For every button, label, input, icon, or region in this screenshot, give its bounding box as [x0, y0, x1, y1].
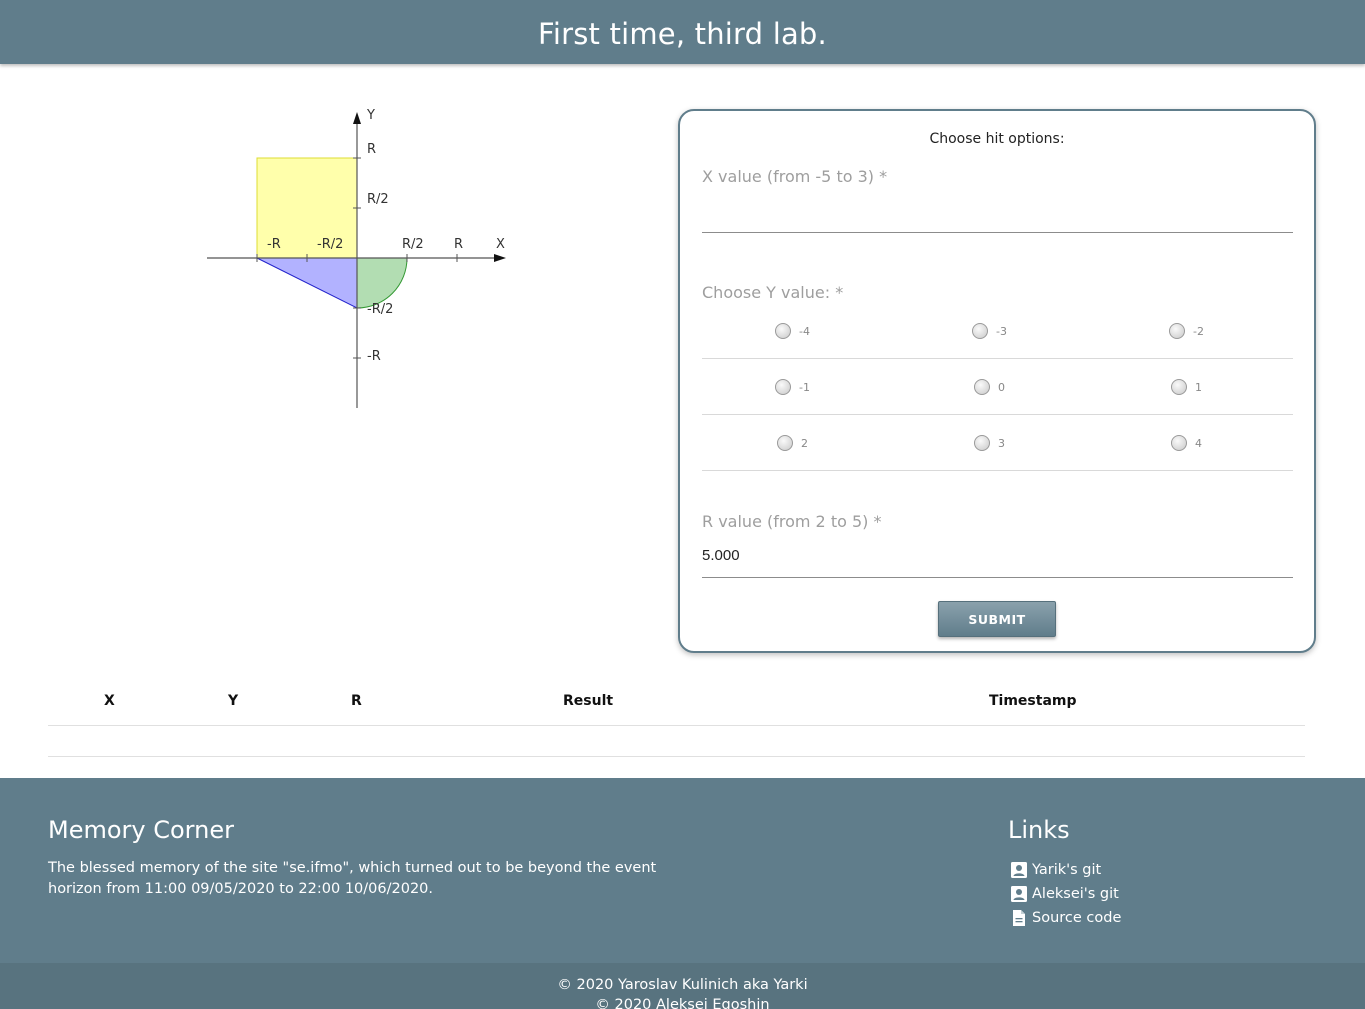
label-x-neg-r: -R — [267, 237, 281, 252]
y-option-0[interactable]: 0 — [974, 359, 1005, 415]
user-icon — [1011, 886, 1027, 902]
link-label: Source code — [1032, 910, 1122, 926]
label-y-r: R — [367, 142, 376, 157]
r-value-underline — [702, 577, 1293, 578]
column-header-x: X — [104, 693, 115, 709]
link-yarik-git[interactable]: Yarik's git — [1010, 858, 1121, 882]
r-value-input[interactable] — [702, 543, 1293, 567]
page-header: First time, third lab. — [0, 0, 1365, 64]
y-option-label: -3 — [996, 324, 1007, 338]
results-empty-row — [48, 726, 1305, 757]
radio-circle[interactable] — [775, 379, 791, 395]
r-value-label: R value (from 2 to 5) * — [702, 512, 882, 531]
y-value-label: Choose Y value: * — [702, 283, 844, 302]
link-aleksei-git[interactable]: Aleksei's git — [1010, 882, 1121, 906]
y-option-1[interactable]: 1 — [1171, 359, 1202, 415]
column-header-result: Result — [563, 693, 614, 709]
radio-circle[interactable] — [775, 323, 791, 339]
copyright-line: © 2020 Aleksei Egoshin — [595, 997, 770, 1009]
y-option-label: 1 — [1195, 380, 1202, 394]
y-radio-row: 2 3 4 — [702, 415, 1293, 471]
submit-button[interactable]: SUBMIT — [938, 601, 1056, 637]
x-value-input[interactable] — [702, 203, 1293, 227]
radio-circle[interactable] — [972, 323, 988, 339]
link-label: Yarik's git — [1032, 862, 1102, 878]
radio-circle[interactable] — [974, 435, 990, 451]
form-title: Choose hit options: — [929, 131, 1065, 147]
link-source-code[interactable]: Source code — [1010, 906, 1121, 930]
label-x-r: R — [454, 237, 463, 252]
column-header-y: Y — [228, 693, 239, 709]
area-graph[interactable]: Y X -R -R/2 R/2 R R R/2 -R/2 -R — [200, 100, 520, 420]
user-icon — [1011, 862, 1027, 878]
y-option-neg1[interactable]: -1 — [775, 359, 810, 415]
graph-triangle — [256, 257, 358, 309]
y-option-3[interactable]: 3 — [974, 415, 1005, 471]
file-icon — [1013, 910, 1025, 926]
radio-circle[interactable] — [1171, 379, 1187, 395]
column-header-r: R — [351, 693, 362, 709]
x-value-label: X value (from -5 to 3) * — [702, 167, 888, 186]
y-option-label: 0 — [998, 380, 1005, 394]
column-header-timestamp: Timestamp — [989, 693, 1077, 709]
y-option-label: -1 — [799, 380, 810, 394]
x-axis-arrow — [494, 254, 506, 262]
label-y-neg-r: -R — [367, 349, 381, 364]
axis-label-x: X — [496, 237, 505, 252]
copyright-bar: © 2020 Yaroslav Kulinich aka Yarki © 202… — [0, 963, 1365, 1009]
y-option-label: -2 — [1193, 324, 1204, 338]
y-option-neg2[interactable]: -2 — [1169, 303, 1204, 359]
page-footer: Memory Corner The blessed memory of the … — [0, 778, 1365, 1009]
y-option-neg3[interactable]: -3 — [972, 303, 1007, 359]
radio-circle[interactable] — [1169, 323, 1185, 339]
results-table: X Y R Result Timestamp — [48, 682, 1305, 757]
y-radio-row: -4 -3 -2 — [702, 303, 1293, 359]
copyright-line: © 2020 Yaroslav Kulinich aka Yarki — [557, 977, 808, 993]
label-x-neg-half-r: -R/2 — [317, 237, 343, 252]
label-y-half-r: R/2 — [367, 192, 389, 207]
y-option-label: 4 — [1195, 436, 1202, 450]
results-header-row: X Y R Result Timestamp — [48, 682, 1305, 726]
link-label: Aleksei's git — [1032, 886, 1119, 902]
y-option-4[interactable]: 4 — [1171, 415, 1202, 471]
memory-corner-title: Memory Corner — [48, 816, 234, 844]
axis-label-y: Y — [366, 108, 375, 123]
radio-circle[interactable] — [974, 379, 990, 395]
radio-circle[interactable] — [1171, 435, 1187, 451]
graph-quarter-circle — [356, 257, 408, 309]
y-option-label: -4 — [799, 324, 810, 338]
y-radio-row: -1 0 1 — [702, 359, 1293, 415]
y-option-neg4[interactable]: -4 — [775, 303, 810, 359]
label-y-neg-half-r: -R/2 — [367, 302, 393, 317]
links-title: Links — [1008, 816, 1070, 844]
x-value-underline — [702, 232, 1293, 233]
page-title: First time, third lab. — [538, 17, 827, 51]
y-radio-group: -4 -3 -2 -1 0 1 2 3 4 — [702, 303, 1293, 471]
radio-circle[interactable] — [777, 435, 793, 451]
footer-links: Yarik's git Aleksei's git Source code — [1010, 858, 1121, 930]
y-option-label: 3 — [998, 436, 1005, 450]
hit-options-form: Choose hit options: X value (from -5 to … — [678, 109, 1316, 653]
y-option-2[interactable]: 2 — [777, 415, 808, 471]
label-x-half-r: R/2 — [402, 237, 424, 252]
memory-corner-text: The blessed memory of the site "se.ifmo"… — [48, 860, 657, 897]
y-option-label: 2 — [801, 436, 808, 450]
y-axis-arrow — [353, 112, 361, 124]
